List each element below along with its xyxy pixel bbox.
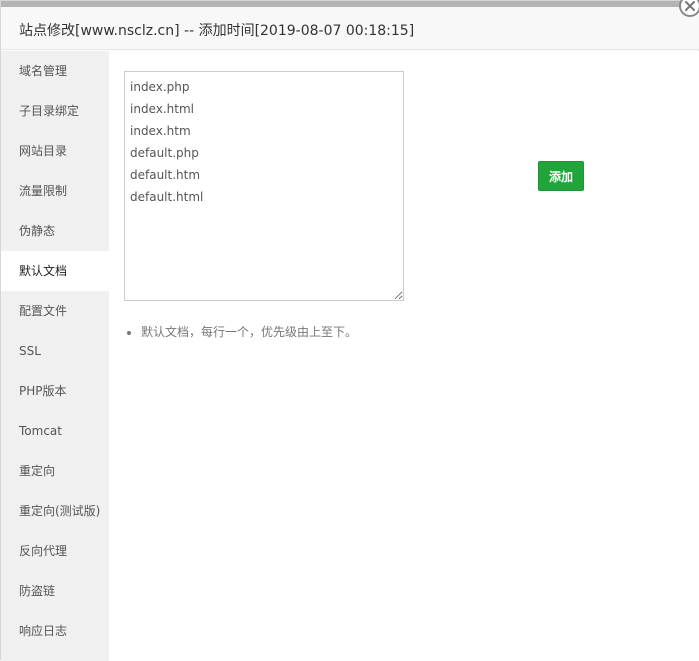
sidebar-item-subdirectory-binding[interactable]: 子目录绑定	[1, 91, 109, 131]
sidebar-item-tomcat[interactable]: Tomcat	[1, 411, 109, 451]
sidebar-item-ssl[interactable]: SSL	[1, 331, 109, 371]
sidebar-item-reverse-proxy[interactable]: 反向代理	[1, 531, 109, 571]
sidebar-item-redirect-beta[interactable]: 重定向(测试版)	[1, 491, 109, 531]
sidebar-item-config-file[interactable]: 配置文件	[1, 291, 109, 331]
sidebar-item-hotlink-protection[interactable]: 防盗链	[1, 571, 109, 611]
sidebar-nav: 域名管理 子目录绑定 网站目录 流量限制 伪静态 默认文档 配置文件 SSL P…	[1, 51, 109, 661]
sidebar-item-domain-management[interactable]: 域名管理	[1, 51, 109, 91]
sidebar-item-php-version[interactable]: PHP版本	[1, 371, 109, 411]
tip-item: 默认文档，每行一个，优先级由上至下。	[141, 323, 357, 341]
dialog-title: 站点修改[www.nsclz.cn] -- 添加时间[2019-08-07 00…	[19, 23, 415, 39]
sidebar-item-rewrite[interactable]: 伪静态	[1, 211, 109, 251]
dialog-titlebar: 站点修改[www.nsclz.cn] -- 添加时间[2019-08-07 00…	[1, 7, 699, 50]
sidebar-item-redirect[interactable]: 重定向	[1, 451, 109, 491]
close-icon	[685, 1, 695, 11]
sidebar-item-traffic-limit[interactable]: 流量限制	[1, 171, 109, 211]
sidebar-item-default-document[interactable]: 默认文档	[1, 251, 109, 291]
sidebar-item-site-directory[interactable]: 网站目录	[1, 131, 109, 171]
close-button[interactable]	[679, 0, 699, 17]
default-documents-textarea[interactable]: index.php index.html index.htm default.p…	[124, 71, 404, 301]
add-button[interactable]: 添加	[538, 161, 584, 191]
sidebar-item-response-log[interactable]: 响应日志	[1, 611, 109, 651]
default-document-panel: index.php index.html index.htm default.p…	[109, 51, 699, 661]
help-tips: 默认文档，每行一个，优先级由上至下。	[124, 323, 357, 341]
site-modify-dialog: 站点修改[www.nsclz.cn] -- 添加时间[2019-08-07 00…	[0, 0, 699, 661]
